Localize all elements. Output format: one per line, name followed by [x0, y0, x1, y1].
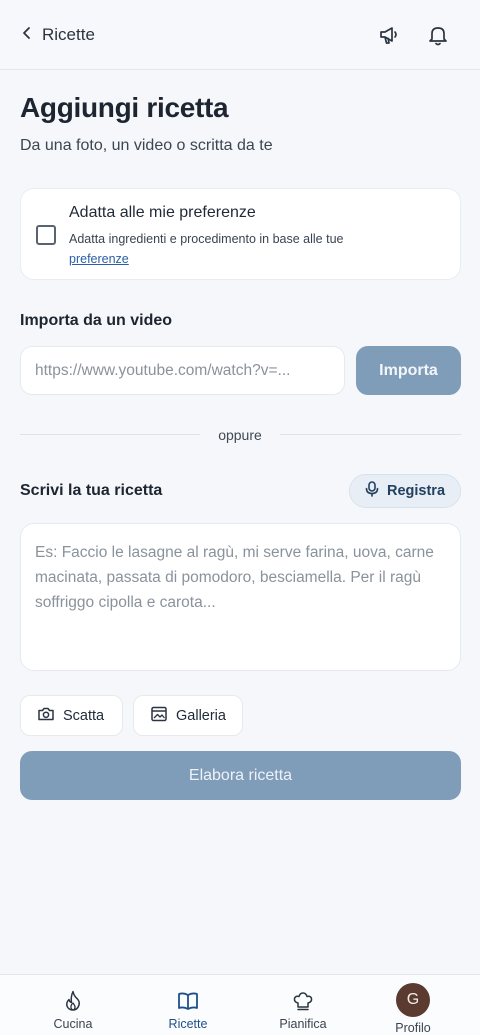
gallery-button-label: Galleria [176, 707, 226, 724]
nav-item-pianifica[interactable]: Pianifica [255, 975, 351, 1035]
nav-item-profilo[interactable]: G Profilo [365, 975, 461, 1035]
chevron-left-icon [20, 25, 34, 45]
nav-label-cucina: Cucina [53, 1017, 93, 1031]
write-recipe-label: Scrivi la tua ricetta [20, 482, 163, 499]
gallery-button[interactable]: Galleria [133, 695, 243, 736]
camera-button[interactable]: Scatta [20, 695, 123, 736]
record-button[interactable]: Registra [349, 474, 461, 508]
page-title: Aggiungi ricetta [20, 92, 229, 123]
top-bar: Ricette [0, 0, 480, 70]
avatar: G [396, 983, 430, 1017]
record-button-label: Registra [386, 483, 446, 499]
nav-label-profilo: Profilo [395, 1021, 431, 1035]
book-icon [176, 989, 200, 1013]
preferences-description-text: Adatta ingredienti e procedimento in bas… [69, 232, 344, 246]
video-import-label: Importa da un video [20, 312, 173, 329]
nav-label-pianifica: Pianifica [279, 1017, 327, 1031]
video-url-input[interactable] [20, 346, 345, 395]
chef-hat-icon [291, 989, 315, 1013]
megaphone-icon[interactable] [377, 22, 403, 48]
recipe-textarea[interactable] [20, 523, 461, 671]
divider-text: oppure [218, 427, 262, 443]
camera-button-label: Scatta [63, 707, 105, 724]
bottom-nav: Cucina Ricette Pianifica G Profilo [0, 974, 480, 1035]
microphone-icon [365, 481, 379, 501]
back-button[interactable]: Ricette [20, 20, 95, 50]
page-subtitle: Da una foto, un video o scritta da te [20, 137, 273, 154]
process-recipe-button[interactable]: Elabora ricetta [20, 751, 461, 800]
nav-item-cucina[interactable]: Cucina [25, 975, 121, 1035]
camera-icon [37, 705, 55, 727]
nav-item-ricette[interactable]: Ricette [140, 975, 236, 1035]
import-button[interactable]: Importa [356, 346, 461, 395]
divider-line-right [280, 434, 461, 435]
nav-label-ricette: Ricette [168, 1017, 208, 1031]
preferences-description: Adatta ingredienti e procedimento in bas… [69, 229, 449, 269]
bell-icon[interactable] [425, 22, 451, 48]
preferences-title: Adatta alle mie preferenze [69, 204, 256, 221]
divider-line-left [20, 434, 200, 435]
image-icon [150, 705, 168, 727]
preferences-card: Adatta alle mie preferenze Adatta ingred… [20, 188, 461, 280]
preferences-checkbox[interactable] [36, 225, 56, 245]
back-label: Ricette [42, 25, 95, 44]
preferences-link[interactable]: preferenze [69, 252, 129, 266]
flame-icon [61, 989, 85, 1013]
